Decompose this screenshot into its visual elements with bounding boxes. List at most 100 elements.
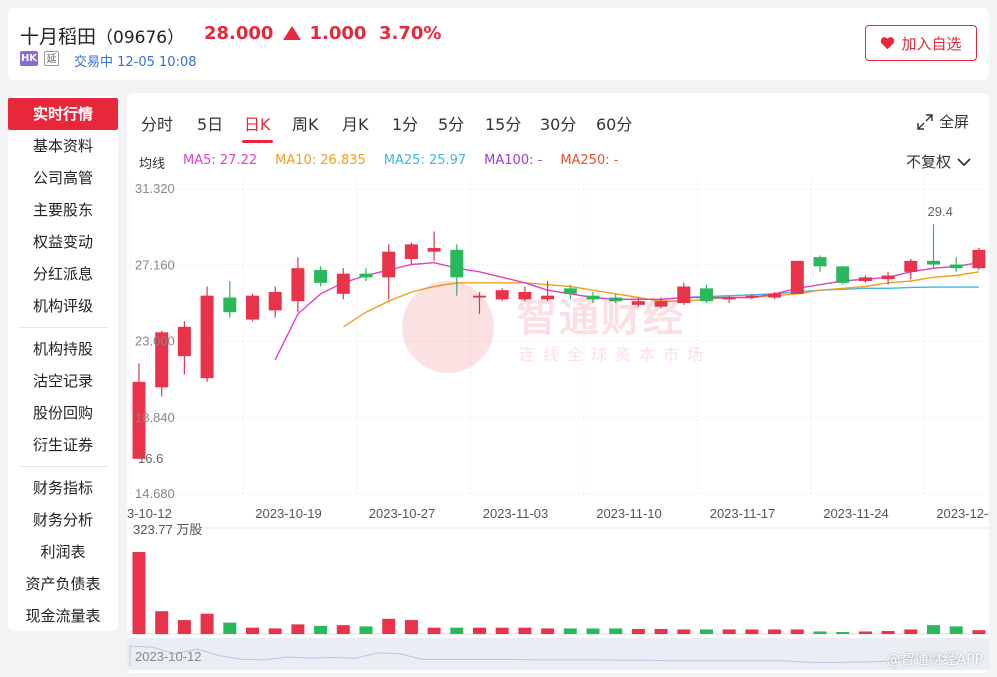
volume-bar	[541, 628, 555, 634]
sidebar-item-financial-indicators[interactable]: 财务指标	[8, 472, 118, 504]
candle	[495, 288, 509, 302]
volume-bar	[404, 620, 418, 634]
candle-body	[722, 297, 736, 300]
candle-body	[177, 326, 191, 357]
sidebar-item-basic-info[interactable]: 基本资料	[8, 130, 118, 162]
volume-bar	[927, 625, 940, 634]
volume-bar	[268, 628, 282, 634]
candle-body	[336, 273, 350, 294]
sidebar-item-cash-flow[interactable]: 现金流量表	[8, 600, 118, 632]
y-tick-label: 23.000	[135, 334, 175, 349]
candle-body	[700, 288, 713, 302]
candle	[427, 231, 441, 261]
volume-bar	[722, 629, 736, 634]
sidebar-divider	[18, 327, 108, 328]
volume-bar	[677, 629, 691, 634]
x-tick-label: 2023-11-24	[823, 506, 889, 521]
volume-bar	[836, 631, 850, 634]
candle-body	[450, 249, 464, 278]
sidebar-item-realtime[interactable]: 实时行情	[8, 98, 118, 130]
candle	[586, 292, 600, 304]
candle-body	[495, 290, 509, 300]
volume-bar	[563, 628, 577, 634]
volume-label: 323.77 万股	[133, 522, 202, 537]
candle	[473, 292, 486, 315]
candle	[382, 244, 396, 300]
candle-body	[518, 292, 532, 300]
heart-icon	[881, 37, 895, 50]
ma5-line	[274, 261, 980, 361]
candle-body	[359, 273, 373, 278]
candle-body	[654, 301, 668, 307]
volume-bar	[972, 630, 986, 634]
volume-bar	[450, 627, 464, 634]
volume-bar	[518, 627, 532, 634]
x-tick-label: 2023-10-19	[255, 506, 322, 521]
candle	[972, 248, 986, 271]
chart-panel: 分时 5日 日K 周K 月K 1分 5分 15分 30分 60分 全屏 均线 M…	[127, 93, 989, 673]
volume-bar	[314, 625, 328, 634]
candle	[359, 268, 373, 282]
low-annotation: 16.6	[138, 451, 163, 466]
candle-body	[677, 286, 691, 304]
volume-bar	[223, 622, 237, 634]
sidebar-item-institutional-holdings[interactable]: 机构持股	[8, 333, 118, 365]
stock-name: 十月稻田（09676）	[20, 26, 185, 48]
candle-body	[382, 251, 396, 278]
volume-bar	[700, 629, 713, 634]
sidebar-item-short-selling[interactable]: 沽空记录	[8, 365, 118, 397]
sidebar-item-equity-change[interactable]: 权益变动	[8, 226, 118, 258]
candle	[836, 266, 850, 285]
x-tick-label: 2023-11-03	[483, 506, 549, 521]
candle	[677, 282, 691, 305]
candle-body	[404, 244, 418, 260]
sidebar-item-financial-analysis[interactable]: 财务分析	[8, 504, 118, 536]
x-tick-label: 2023-11-17	[710, 506, 776, 521]
add-watchlist-button[interactable]: 加入自选	[865, 25, 977, 61]
kline-chart[interactable]: 31.320 27.160 23.000 18.840 14.680 3-10-12 202…	[127, 93, 989, 673]
footer-watermark: @智通财经APP	[886, 652, 983, 668]
candle-body	[813, 257, 827, 267]
volume-bar	[904, 629, 918, 634]
sidebar-item-income-statement[interactable]: 利润表	[8, 536, 118, 568]
stock-code: （09676）	[96, 28, 185, 48]
sidebar-item-executives[interactable]: 公司高管	[8, 162, 118, 194]
volume-bar	[473, 627, 486, 634]
candle	[223, 281, 237, 318]
price-block: 28.000 1.000 3.70%	[204, 23, 441, 44]
x-tick-label: 2023-11-10	[596, 506, 662, 521]
volume-bar	[813, 631, 827, 634]
y-tick-label: 18.840	[135, 410, 175, 425]
candle-body	[609, 297, 623, 302]
sidebar-item-balance-sheet[interactable]: 资产负债表	[8, 568, 118, 600]
navigator-bg	[127, 638, 989, 670]
candle	[518, 286, 532, 302]
candle-body	[836, 266, 850, 283]
volume-bar	[790, 629, 804, 634]
volume-bar	[768, 629, 782, 634]
sidebar-item-dividends[interactable]: 分红派息	[8, 258, 118, 290]
sidebar-item-ratings[interactable]: 机构评级	[8, 290, 118, 322]
candle-body	[563, 288, 577, 294]
volume-bar	[745, 629, 759, 634]
sidebar-item-derivatives[interactable]: 衍生证券	[8, 429, 118, 461]
sidebar: 实时行情 基本资料 公司高管 主要股东 权益变动 分红派息 机构评级 机构持股 …	[8, 96, 118, 631]
candle	[949, 257, 963, 272]
candle	[336, 268, 350, 300]
volume-bar	[949, 626, 963, 634]
candle-body	[881, 275, 895, 280]
candle	[246, 293, 259, 322]
candle	[200, 286, 214, 382]
sidebar-item-buyback[interactable]: 股份回购	[8, 397, 118, 429]
y-tick-label: 27.160	[135, 257, 175, 272]
sidebar-item-shareholders[interactable]: 主要股东	[8, 194, 118, 226]
volume-bar	[132, 552, 146, 634]
candle-body	[586, 295, 600, 300]
candle-body	[768, 293, 782, 298]
volume-bar	[359, 626, 373, 634]
candle	[700, 284, 713, 304]
candle	[790, 260, 804, 294]
candle-body	[427, 248, 441, 252]
x-tick-label: 2023-12-01	[936, 506, 989, 521]
price-change: 1.000	[309, 23, 367, 44]
